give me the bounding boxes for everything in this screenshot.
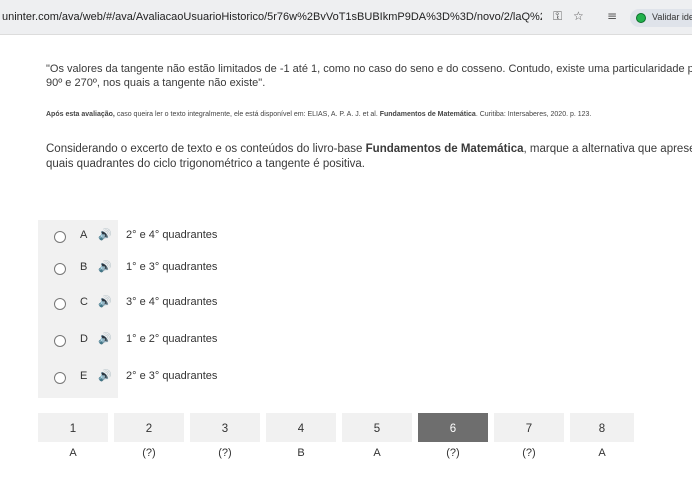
nav-question-8[interactable]: 8 (570, 413, 634, 442)
question-navigator: 1 2 3 4 5 6 7 8 A (?) (?) B A (?) (?) A (38, 413, 634, 483)
option-a[interactable]: A 🔊 2° e 4° quadrantes (38, 225, 236, 249)
question-part-c: , marque a alternativa que apresenta cor… (524, 143, 692, 155)
reference-text: Após esta avaliação, caso queira ler o t… (46, 111, 591, 118)
nav-question-5[interactable]: 5 (342, 413, 412, 442)
nav-answer-2: (?) (114, 447, 184, 459)
radio-button[interactable] (54, 335, 66, 347)
option-e[interactable]: E 🔊 2° e 3° quadrantes (38, 366, 236, 390)
option-d[interactable]: D 🔊 1° e 2° quadrantes (38, 329, 236, 353)
nav-answer-4: B (266, 447, 336, 459)
nav-question-4[interactable]: 4 (266, 413, 336, 442)
question-line-2: quais quadrantes do ciclo trigonométrico… (46, 157, 692, 172)
option-letter: B (80, 261, 87, 273)
option-text: 2° e 3° quadrantes (126, 370, 217, 382)
reference-body: caso queira ler o texto integralmente, e… (115, 111, 380, 118)
speaker-icon[interactable]: 🔊 (98, 332, 112, 345)
nav-question-1[interactable]: 1 (38, 413, 108, 442)
nav-answer-5: A (342, 447, 412, 459)
question-part-a: Considerando o excerto de texto e os con… (46, 143, 366, 155)
nav-question-3[interactable]: 3 (190, 413, 260, 442)
key-icon[interactable]: ⚿ (553, 9, 562, 24)
nav-answer-7: (?) (494, 447, 564, 459)
nav-question-2[interactable]: 2 (114, 413, 184, 442)
question-line-1: Considerando o excerto de texto e os con… (46, 142, 692, 157)
option-c[interactable]: C 🔊 3° e 4° quadrantes (38, 292, 236, 316)
reference-book: Fundamentos de Matemática (380, 111, 476, 118)
option-letter: C (80, 296, 88, 308)
quote-text: "Os valores da tangente não estão limita… (46, 62, 692, 90)
option-b[interactable]: B 🔊 1° e 3° quadrantes (38, 257, 236, 281)
option-text: 3° e 4° quadrantes (126, 296, 217, 308)
radio-button[interactable] (54, 263, 66, 275)
reference-suffix: . Curitiba: Intersaberes, 2020. p. 123. (476, 111, 592, 118)
speaker-icon[interactable]: 🔊 (98, 295, 112, 308)
nav-answer-6: (?) (418, 447, 488, 459)
nav-question-7[interactable]: 7 (494, 413, 564, 442)
extension-icon (636, 13, 646, 23)
option-text: 2° e 4° quadrantes (126, 229, 217, 241)
nav-answer-3: (?) (190, 447, 260, 459)
extension-button[interactable]: Validar ide (630, 9, 692, 27)
nav-answer-1: A (38, 447, 108, 459)
speaker-icon[interactable]: 🔊 (98, 369, 112, 382)
quote-line-2: 90º e 270º, nos quais a tangente não exi… (46, 76, 692, 90)
radio-button[interactable] (54, 231, 66, 243)
speaker-icon[interactable]: 🔊 (98, 228, 112, 241)
extension-label: Validar ide (652, 12, 692, 22)
option-text: 1° e 3° quadrantes (126, 261, 217, 273)
question-text: Considerando o excerto de texto e os con… (46, 142, 692, 172)
question-book-title: Fundamentos de Matemática (366, 143, 524, 155)
option-letter: D (80, 333, 88, 345)
option-letter: E (80, 370, 87, 382)
option-text: 1° e 2° quadrantes (126, 333, 217, 345)
radio-button[interactable] (54, 372, 66, 384)
speaker-icon[interactable]: 🔊 (98, 260, 112, 273)
quote-line-1: "Os valores da tangente não estão limita… (46, 62, 692, 76)
nav-answer-8: A (570, 447, 634, 459)
browser-toolbar: uninter.com/ava/web/#/ava/AvaliacaoUsuar… (0, 0, 692, 35)
option-letter: A (80, 229, 87, 241)
radio-button[interactable] (54, 298, 66, 310)
reference-prefix: Após esta avaliação, (46, 111, 115, 118)
star-icon[interactable]: ☆ (573, 9, 584, 23)
nav-question-6[interactable]: 6 (418, 413, 488, 442)
address-bar[interactable]: uninter.com/ava/web/#/ava/AvaliacaoUsuar… (2, 11, 542, 23)
playlist-icon[interactable]: ≡ (607, 9, 617, 23)
